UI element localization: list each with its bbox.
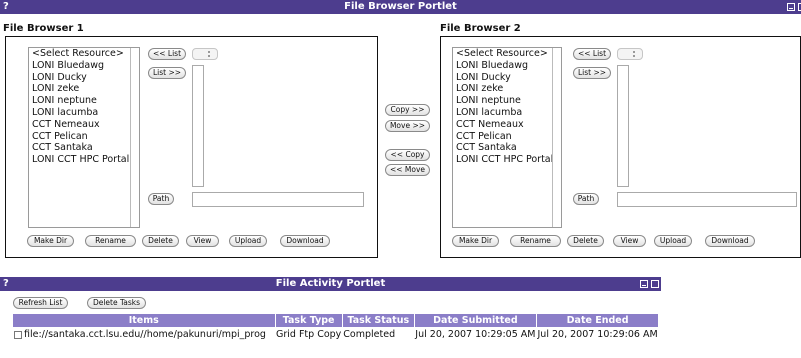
path-button-2[interactable]: Path <box>573 193 599 205</box>
cell-task-type: Grid Ftp Copy <box>275 327 342 342</box>
list-stepper-1[interactable] <box>192 48 218 60</box>
file-browser-2-panel: <Select Resource> LONI Bluedawg LONI Ducky… <box>440 36 801 258</box>
resource-list-1[interactable]: <Select Resource> LONI Bluedawg LONI Ducky… <box>28 47 140 228</box>
copy-right-button[interactable]: Copy >> <box>385 104 430 116</box>
column-header-items[interactable]: Items <box>13 314 276 327</box>
minimize-icon[interactable] <box>787 3 795 11</box>
file-list-2[interactable] <box>617 65 629 187</box>
download-button[interactable]: Download <box>280 235 330 247</box>
file-activity-portlet-title: File Activity Portlet <box>275 278 386 289</box>
rename-button[interactable]: Rename <box>510 235 561 247</box>
resource-option[interactable]: CCT Pelican <box>453 131 561 143</box>
move-left-button[interactable]: << Move <box>385 164 430 176</box>
table-row[interactable]: file://santaka.cct.lsu.edu//home/pakunur… <box>13 327 659 342</box>
resource-option[interactable]: LONI Bluedawg <box>453 60 561 72</box>
cell-text: Jul 20, 2007 10:29:05 AM <box>415 329 536 340</box>
minimize-icon[interactable] <box>640 280 648 288</box>
path-input-1[interactable] <box>192 192 364 207</box>
resource-option[interactable]: LONI lacumba <box>29 107 139 119</box>
cell-task-status: Completed <box>342 327 414 342</box>
download-button[interactable]: Download <box>705 235 755 247</box>
resource-option[interactable]: CCT Santaka <box>29 142 139 154</box>
move-right-button[interactable]: Move >> <box>385 120 430 132</box>
resource-option[interactable]: <Select Resource> <box>29 48 139 60</box>
resource-list-2[interactable]: <Select Resource> LONI Bluedawg LONI Ducky… <box>452 47 562 228</box>
resource-option[interactable]: <Select Resource> <box>453 48 561 60</box>
task-table: Items Task Type Task Status Date Submitted D… <box>13 314 660 342</box>
resource-option[interactable]: LONI zeke <box>29 83 139 95</box>
file-activity-title-bar: ? File Activity Portlet <box>0 277 661 291</box>
resource-option[interactable]: LONI CCT HPC Portal <box>29 154 139 166</box>
maximize-icon[interactable] <box>651 280 659 288</box>
resource-option[interactable]: LONI zeke <box>453 83 561 95</box>
column-header-task-status[interactable]: Task Status <box>342 314 415 327</box>
cell-date-ended: Jul 20, 2007 10:29:06 AM <box>537 327 659 342</box>
copy-left-button[interactable]: << Copy <box>385 149 430 161</box>
file-browser-1-heading: File Browser 1 <box>3 23 84 34</box>
resource-option[interactable]: LONI CCT HPC Portal <box>453 154 561 166</box>
row-checkbox[interactable] <box>14 330 22 339</box>
resource-option[interactable]: LONI neptune <box>453 95 561 107</box>
path-button-1[interactable]: Path <box>148 193 174 205</box>
resource-option[interactable]: LONI Ducky <box>453 72 561 84</box>
resource-list-2-scrollbar[interactable] <box>552 48 561 227</box>
column-header-date-ended[interactable]: Date Ended <box>536 314 660 327</box>
resource-option[interactable]: CCT Nemeaux <box>453 119 561 131</box>
column-header-date-submitted[interactable]: Date Submitted <box>414 314 538 327</box>
list-back-button-2[interactable]: << List <box>573 48 611 60</box>
resource-option[interactable]: LONI lacumba <box>453 107 561 119</box>
list-forward-button-2[interactable]: List >> <box>573 67 611 79</box>
file-browser-title-bar: ? File Browser Portlet <box>0 0 801 14</box>
resource-option[interactable]: LONI Bluedawg <box>29 60 139 72</box>
resource-list-1-scrollbar[interactable] <box>130 48 139 227</box>
cell-text: Grid Ftp Copy <box>276 329 342 340</box>
delete-button[interactable]: Delete <box>567 235 604 247</box>
cell-item: file://santaka.cct.lsu.edu//home/pakunur… <box>13 327 275 342</box>
resource-option[interactable]: CCT Pelican <box>29 131 139 143</box>
path-input-2[interactable] <box>617 192 797 207</box>
refresh-list-button[interactable]: Refresh List <box>13 297 68 309</box>
make-dir-button[interactable]: Make Dir <box>27 235 74 247</box>
view-button[interactable]: View <box>613 235 646 247</box>
delete-button[interactable]: Delete <box>142 235 179 247</box>
list-stepper-2[interactable] <box>617 48 643 60</box>
make-dir-button[interactable]: Make Dir <box>452 235 499 247</box>
view-button[interactable]: View <box>186 235 219 247</box>
rename-button[interactable]: Rename <box>85 235 136 247</box>
resource-option[interactable]: CCT Santaka <box>453 142 561 154</box>
file-list-1[interactable] <box>192 65 204 187</box>
file-browser-1-panel: <Select Resource> LONI Bluedawg LONI Ducky… <box>5 36 378 258</box>
cell-text: Completed <box>343 329 396 340</box>
resource-option[interactable]: LONI Ducky <box>29 72 139 84</box>
upload-button[interactable]: Upload <box>654 235 692 247</box>
cell-text: file://santaka.cct.lsu.edu//home/pakunur… <box>24 329 266 340</box>
resource-option[interactable]: LONI neptune <box>29 95 139 107</box>
file-browser-2-heading: File Browser 2 <box>440 23 521 34</box>
upload-button[interactable]: Upload <box>229 235 267 247</box>
task-table-header: Items Task Type Task Status Date Submitted D… <box>13 314 660 327</box>
list-forward-button-1[interactable]: List >> <box>148 67 186 79</box>
file-browser-portlet-title: File Browser Portlet <box>344 1 457 12</box>
column-header-task-type[interactable]: Task Type <box>275 314 343 327</box>
resource-option[interactable]: CCT Nemeaux <box>29 119 139 131</box>
delete-tasks-button[interactable]: Delete Tasks <box>87 297 146 309</box>
list-back-button-1[interactable]: << List <box>148 48 186 60</box>
cell-text: Jul 20, 2007 10:29:06 AM <box>537 329 658 340</box>
cell-date-submitted: Jul 20, 2007 10:29:05 AM <box>414 327 536 342</box>
